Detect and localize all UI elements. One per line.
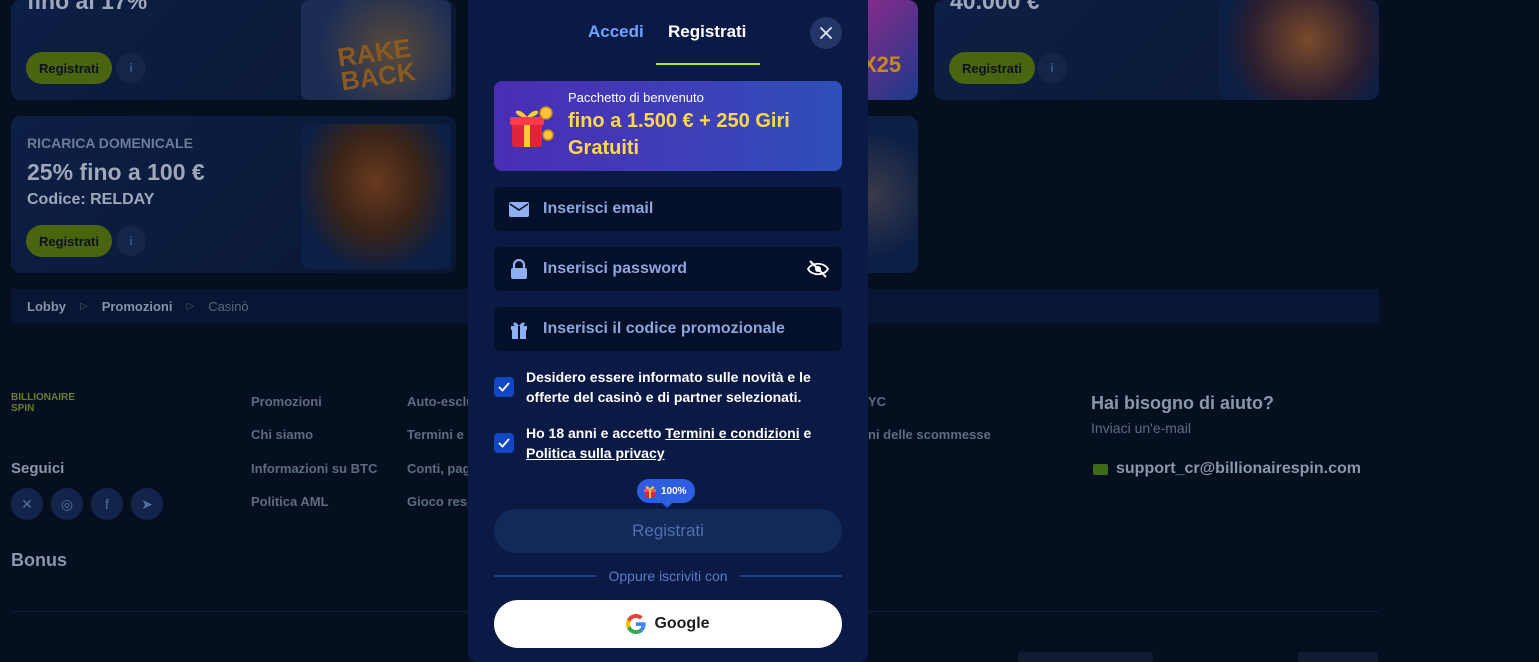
promo-card-roulette: [860, 116, 918, 273]
chevron-right-icon: ▷: [186, 300, 195, 312]
info-icon[interactable]: i: [116, 53, 146, 83]
alt-signup-divider: Oppure iscriviti con: [494, 567, 843, 585]
footer-bottom-element: [1298, 652, 1378, 662]
age-terms-consent-row: Ho 18 anni e accetto Termini e condizion…: [494, 423, 842, 463]
age-consent-prefix: Ho 18 anni e accetto: [526, 425, 666, 441]
social-heading: Seguici: [11, 460, 65, 477]
age-terms-consent-text: Ho 18 anni e accetto Termini e condizion…: [526, 423, 842, 463]
promo-card-title: 40.000 €: [950, 0, 1040, 14]
newsletter-consent-text: Desidero essere informato sulle novità e…: [526, 369, 811, 405]
info-icon[interactable]: i: [1037, 53, 1067, 83]
gift-box-icon: [510, 106, 554, 147]
google-signup-button[interactable]: Google: [494, 600, 842, 648]
support-email-text: support_cr@billionairespin.com: [1116, 460, 1361, 477]
footer-link[interactable]: ni delle scommesse: [868, 427, 991, 442]
woman-art: [1219, 0, 1379, 100]
newsletter-consent-row: Desidero essere informato sulle novità e…: [494, 367, 842, 407]
tab-login[interactable]: Accedi: [588, 22, 644, 42]
active-tab-indicator: [656, 63, 760, 65]
footer-link[interactable]: YC: [868, 394, 886, 409]
register-modal: Accedi Registrati Pacchetto di benvenuto…: [468, 0, 868, 662]
footer-link[interactable]: Promozioni: [251, 394, 322, 409]
footer-link[interactable]: Auto-esclu: [407, 394, 474, 409]
support-email-link[interactable]: support_cr@billionairespin.com: [1093, 460, 1361, 478]
promo-card-title: 25% fino a 100 €: [27, 159, 205, 185]
promo-card-title: fino al 17%: [27, 0, 148, 14]
card-register-button[interactable]: Registrati: [949, 52, 1035, 84]
envelope-icon: [508, 198, 530, 220]
footer-link[interactable]: Gioco resp: [407, 494, 475, 509]
password-input[interactable]: [543, 247, 793, 291]
help-subtitle: Inviaci un'e-mail: [1091, 420, 1191, 436]
bonus-heading: Bonus: [11, 550, 67, 570]
welcome-package-banner: Pacchetto di benvenuto fino a 1.500 € + …: [494, 81, 842, 171]
privacy-link[interactable]: Politica sulla privacy: [526, 445, 665, 461]
check-icon: [498, 382, 510, 392]
footer-link[interactable]: Chi siamo: [251, 427, 313, 442]
register-submit-button[interactable]: Registrati: [494, 509, 842, 553]
email-field: [494, 187, 842, 231]
promo-card-rakeback: fino al 17% RAKE BACK Registrati i: [11, 0, 456, 100]
gift-icon: [644, 486, 656, 498]
promo-card-top-right: 40.000 € Registrati i: [934, 0, 1379, 100]
footer-link[interactable]: Termini e: [407, 427, 464, 442]
footer-logo[interactable]: BILLIONAIRE SPIN: [11, 392, 81, 420]
help-heading: Hai bisogno di aiuto?: [1091, 393, 1274, 413]
chevron-right-icon: ▷: [80, 300, 88, 312]
email-input[interactable]: [543, 187, 793, 231]
promo-card-code: Codice: RELDAY: [27, 191, 155, 208]
divider-line: [494, 575, 597, 577]
footer-link[interactable]: Politica AML: [251, 494, 329, 509]
google-label: Google: [654, 615, 710, 632]
welcome-package-label: Pacchetto di benvenuto: [568, 90, 704, 105]
card-register-button[interactable]: Registrati: [26, 52, 112, 84]
rakeback-art-text: RAKE BACK: [335, 32, 418, 97]
telegram-icon[interactable]: ➤: [131, 488, 163, 520]
alt-signup-label: Oppure iscriviti con: [608, 568, 728, 584]
google-icon: [626, 614, 647, 634]
facebook-icon[interactable]: f: [91, 488, 123, 520]
promo-code-field: [494, 307, 842, 351]
newsletter-checkbox[interactable]: [494, 377, 514, 397]
mail-icon: [1093, 463, 1108, 475]
close-icon: [820, 27, 832, 39]
age-terms-checkbox[interactable]: [494, 433, 514, 453]
footer-link[interactable]: Informazioni su BTC: [251, 461, 377, 476]
trophy-art: [301, 124, 451, 269]
instagram-icon[interactable]: ◎: [51, 488, 83, 520]
auth-tabs: Accedi Registrati: [468, 0, 868, 66]
rakeback-art: RAKE BACK: [301, 0, 451, 100]
welcome-package-offer: fino a 1.500 € + 250 Giri Gratuiti: [568, 110, 790, 159]
x-twitter-icon[interactable]: ✕: [11, 488, 43, 520]
divider-line: [739, 575, 843, 577]
progress-badge-value: 100%: [661, 485, 687, 497]
password-field: [494, 247, 842, 291]
promo-card-label: RICARICA DOMENICALE: [27, 135, 193, 151]
footer-bottom-element: [1018, 652, 1153, 662]
check-icon: [498, 438, 510, 448]
terms-link[interactable]: Termini e condizioni: [665, 425, 799, 441]
info-icon[interactable]: i: [116, 226, 146, 256]
progress-badge: 100%: [637, 479, 695, 508]
close-button[interactable]: [810, 17, 842, 49]
gift-icon: [508, 318, 530, 340]
breadcrumb-promozioni[interactable]: Promozioni: [102, 299, 173, 314]
promo-card-x25: X25: [860, 0, 918, 100]
breadcrumb-lobby[interactable]: Lobby: [27, 299, 66, 314]
footer-link[interactable]: Conti, pag: [407, 461, 471, 476]
consent-and: e: [799, 425, 812, 441]
lock-icon: [508, 258, 530, 280]
breadcrumb-casino: Casinò: [208, 298, 249, 314]
tab-register[interactable]: Registrati: [668, 22, 746, 42]
eye-off-icon[interactable]: [806, 258, 830, 280]
promo-code-input[interactable]: [543, 307, 833, 351]
promo-card-domenicale: RICARICA DOMENICALE 25% fino a 100 € Cod…: [11, 116, 456, 273]
card-register-button[interactable]: Registrati: [26, 225, 112, 257]
logo-text: BILLIONAIRE SPIN: [11, 392, 75, 414]
